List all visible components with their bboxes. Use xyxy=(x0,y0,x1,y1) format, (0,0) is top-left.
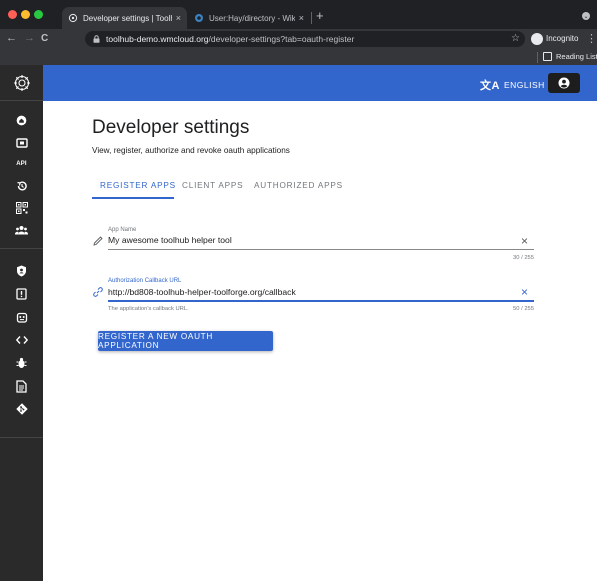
callback-url-label: Authorization Callback URL xyxy=(108,278,182,284)
sidebar-item-security[interactable] xyxy=(0,260,43,282)
tab-close-icon[interactable]: × xyxy=(176,13,181,23)
active-tab-indicator xyxy=(92,197,174,199)
url-path: /developer-settings?tab=oauth-register xyxy=(208,34,355,44)
incognito-label[interactable]: Incognito xyxy=(546,34,578,43)
page-title: Developer settings xyxy=(92,117,250,138)
page-subtitle: View, register, authorize and revoke oau… xyxy=(92,146,290,155)
tab-close-icon[interactable]: × xyxy=(299,13,304,23)
wikitech-favicon-icon xyxy=(194,13,204,23)
incognito-icon[interactable] xyxy=(531,33,543,45)
tab-title: User:Hay/directory - Wikitech xyxy=(209,13,295,23)
bookmarks-bar: Reading List xyxy=(0,49,597,65)
bookmark-star-icon[interactable]: ☆ xyxy=(511,33,520,44)
callback-url-input[interactable]: http://bd808-toolhub-helper-toolforge.or… xyxy=(108,287,296,297)
code-icon xyxy=(15,336,28,344)
sidebar-item-code[interactable] xyxy=(0,329,43,351)
shield-icon xyxy=(17,265,26,277)
toolhub-favicon-icon xyxy=(68,13,78,23)
callback-url-hint: The application's callback URL. xyxy=(108,306,189,312)
register-oauth-app-button[interactable]: REGISTER A NEW OAUTH APPLICATION xyxy=(98,331,273,351)
url-host: toolhub-demo.wmcloud.org xyxy=(106,34,209,44)
reading-list-icon[interactable] xyxy=(543,52,552,61)
sidebar-item-git[interactable] xyxy=(0,398,43,420)
sidebar-item-tools[interactable] xyxy=(0,131,43,153)
callback-url-underline xyxy=(108,300,534,302)
sidebar-item-qr[interactable] xyxy=(0,197,43,219)
app-bar: 文A ENGLISH xyxy=(43,65,597,101)
url-text: toolhub-demo.wmcloud.org/developer-setti… xyxy=(106,34,354,44)
app-name-clear-icon[interactable]: × xyxy=(521,235,528,247)
browser-tab-toolhub[interactable]: Developer settings | Toolhub × xyxy=(62,7,187,29)
navigation-sidebar: API xyxy=(0,65,43,581)
browser-title-bar: Developer settings | Toolhub × User:Hay/… xyxy=(0,0,597,29)
account-icon xyxy=(558,77,570,89)
address-bar[interactable]: toolhub-demo.wmcloud.org/developer-setti… xyxy=(85,31,525,47)
reading-list-label[interactable]: Reading List xyxy=(556,52,597,61)
browser-tab-wikitech[interactable]: User:Hay/directory - Wikitech × xyxy=(188,7,310,29)
new-tab-button[interactable]: + xyxy=(316,8,324,23)
sidebar-item-home[interactable] xyxy=(0,109,43,131)
sidebar-item-api[interactable]: API xyxy=(0,153,43,175)
history-icon xyxy=(16,181,27,191)
flag-icon xyxy=(16,288,27,300)
forward-button[interactable]: → xyxy=(24,32,35,44)
robot-icon xyxy=(16,312,27,323)
user-menu-button[interactable] xyxy=(548,73,580,93)
link-icon xyxy=(93,287,103,297)
home-icon xyxy=(16,115,27,125)
qr-icon xyxy=(15,202,28,214)
back-button[interactable]: ← xyxy=(6,32,17,44)
window-menu-icon[interactable]: ⌄ xyxy=(582,12,590,20)
window-zoom-dot[interactable] xyxy=(34,10,43,19)
toolhub-logo-icon[interactable] xyxy=(0,65,43,101)
sidebar-divider xyxy=(0,437,43,438)
pencil-icon xyxy=(93,236,103,246)
document-icon xyxy=(16,379,27,393)
bug-icon xyxy=(16,357,27,368)
tab-title: Developer settings | Toolhub xyxy=(83,13,172,23)
callback-url-clear-icon[interactable]: × xyxy=(521,286,528,298)
tab-register-apps[interactable]: REGISTER APPS xyxy=(100,181,176,190)
lock-icon xyxy=(93,35,100,43)
sidebar-item-report[interactable] xyxy=(0,283,43,305)
reload-button[interactable]: C xyxy=(41,33,48,44)
app-name-label: App Name xyxy=(108,227,137,233)
translate-icon: 文A xyxy=(480,80,500,92)
tools-icon xyxy=(15,137,28,148)
browser-toolbar: ← → C toolhub-demo.wmcloud.org/developer… xyxy=(0,29,597,49)
language-label: ENGLISH xyxy=(503,80,545,90)
callback-url-counter: 50 / 255 xyxy=(513,306,534,312)
browser-menu-icon[interactable]: ⋮ xyxy=(586,32,597,45)
sidebar-divider xyxy=(0,248,43,249)
tab-separator xyxy=(311,12,312,24)
sidebar-item-bugs[interactable] xyxy=(0,352,43,374)
app-name-counter: 30 / 255 xyxy=(513,255,534,261)
api-label: API xyxy=(16,161,27,167)
window-close-dot[interactable] xyxy=(8,10,17,19)
sidebar-item-bots[interactable] xyxy=(0,306,43,328)
tab-authorized-apps[interactable]: AUTHORIZED APPS xyxy=(254,181,343,190)
language-button[interactable]: 文A ENGLISH xyxy=(480,77,545,93)
window-minimize-dot[interactable] xyxy=(21,10,30,19)
git-icon xyxy=(15,403,28,415)
tab-client-apps[interactable]: CLIENT APPS xyxy=(182,181,243,190)
sidebar-item-people[interactable] xyxy=(0,219,43,241)
sidebar-item-history[interactable] xyxy=(0,175,43,197)
sidebar-item-docs[interactable] xyxy=(0,375,43,397)
app-name-underline xyxy=(108,249,534,250)
people-icon xyxy=(15,226,28,235)
bookmarks-separator xyxy=(537,52,538,63)
app-name-input[interactable]: My awesome toolhub helper tool xyxy=(108,235,232,245)
